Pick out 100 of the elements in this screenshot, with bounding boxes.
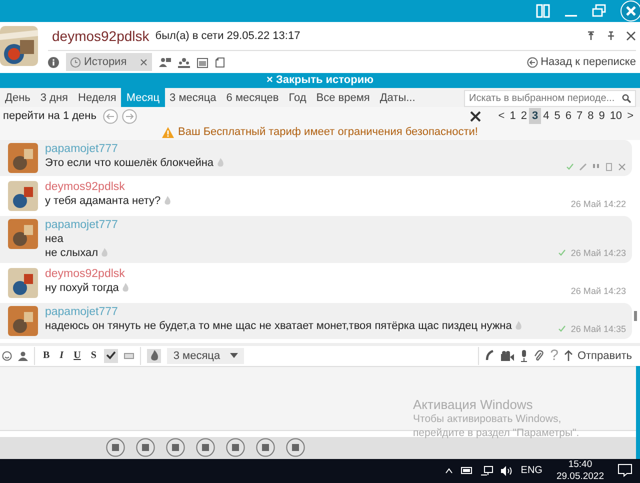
close-tab-button[interactable]: × bbox=[140, 54, 148, 70]
send-button[interactable]: Отправить bbox=[564, 350, 632, 362]
avatar bbox=[8, 180, 38, 211]
page-link[interactable]: 8 bbox=[585, 108, 596, 124]
search-icon[interactable] bbox=[622, 94, 631, 104]
period-tab[interactable]: 3 дня bbox=[35, 88, 73, 108]
period-tab[interactable]: Даты... bbox=[374, 88, 420, 108]
flame-icon bbox=[514, 321, 522, 330]
read-check-icon bbox=[558, 324, 566, 333]
restore-icon[interactable] bbox=[592, 4, 606, 18]
page-link[interactable]: 5 bbox=[552, 108, 563, 124]
page-link[interactable]: 4 bbox=[540, 108, 552, 124]
flame-icon bbox=[216, 158, 224, 168]
page-link[interactable]: 3 bbox=[529, 108, 541, 124]
volume-icon[interactable] bbox=[500, 466, 513, 476]
message-text: ну похуй тогда bbox=[45, 280, 119, 295]
message-time: 26 Май 14:23 bbox=[570, 286, 626, 296]
language-indicator[interactable]: ENG bbox=[520, 465, 542, 476]
warning-message: Ваш Бесплатный тариф имеет ограничения безопасности! bbox=[178, 126, 478, 138]
page-link[interactable]: 6 bbox=[562, 108, 574, 124]
avatar bbox=[0, 26, 38, 66]
period-tab[interactable]: День bbox=[0, 88, 36, 108]
round-toolbar-icon[interactable] bbox=[286, 438, 305, 458]
clock-icon bbox=[70, 56, 81, 68]
back-to-chat-link[interactable]: Назад к переписке bbox=[526, 56, 636, 68]
read-check-icon bbox=[558, 248, 566, 257]
message-text: неа bbox=[45, 232, 64, 246]
round-toolbar-icon[interactable] bbox=[166, 438, 185, 458]
round-toolbar-icon[interactable] bbox=[106, 438, 125, 458]
message-text: у тебя адаманта нету? bbox=[45, 194, 161, 208]
message-text: надеюсь он тянуть не будет,а то мне щас не хватает монет,твоя пятёрка щас пиздец нужна bbox=[45, 318, 512, 333]
author-name: deymos92pdlsk bbox=[45, 180, 126, 194]
spellcheck-toggle[interactable] bbox=[104, 348, 118, 363]
activation-text: Чтобы активировать Windows, перейдите в раздел "Параметры". bbox=[413, 412, 580, 440]
network-icon[interactable] bbox=[480, 466, 493, 476]
self-destruct-toggle[interactable] bbox=[147, 348, 162, 363]
author-name: papamojet777 bbox=[45, 142, 119, 156]
flame-icon bbox=[101, 248, 108, 258]
previous-page-link[interactable]: < bbox=[496, 108, 508, 124]
round-toolbar-icon[interactable] bbox=[136, 438, 155, 458]
document-icon[interactable] bbox=[214, 56, 225, 68]
close-icon[interactable] bbox=[626, 31, 636, 41]
group-icon[interactable] bbox=[178, 56, 190, 68]
flame-icon bbox=[122, 283, 129, 292]
next-page-link[interactable]: > bbox=[624, 108, 636, 124]
video-camera-icon[interactable] bbox=[501, 350, 514, 361]
format-button[interactable]: U bbox=[72, 350, 83, 362]
notification-icon[interactable] bbox=[618, 464, 632, 478]
avatar bbox=[8, 306, 38, 336]
message-text: Это если что кошелёк блокчейна bbox=[45, 156, 214, 170]
info-icon[interactable] bbox=[48, 56, 59, 68]
format-button[interactable]: I bbox=[58, 350, 66, 362]
microphone-icon[interactable] bbox=[520, 350, 528, 362]
period-dropdown[interactable]: 3 месяца bbox=[167, 348, 244, 364]
round-toolbar-icon[interactable] bbox=[226, 438, 245, 458]
author-name: deymos92pdlsk bbox=[45, 266, 126, 281]
smiley-icon[interactable] bbox=[2, 350, 12, 361]
history-tab[interactable]: История × bbox=[66, 53, 152, 71]
message-time: 26 Май 14:23 bbox=[570, 248, 626, 258]
contact-name: deymos92pdlsk bbox=[52, 28, 150, 44]
period-tab[interactable]: Год bbox=[284, 88, 312, 108]
avatar bbox=[8, 142, 38, 173]
author-name: papamojet777 bbox=[45, 218, 119, 232]
scrollbar[interactable] bbox=[634, 310, 637, 321]
phone-icon[interactable] bbox=[485, 350, 496, 362]
flame-icon bbox=[164, 196, 171, 206]
message-text: не слыхал bbox=[45, 246, 98, 260]
message-time: 26 Май 14:35 bbox=[570, 324, 626, 334]
split-view-icon[interactable] bbox=[536, 4, 550, 18]
period-tab[interactable]: 6 месяцев bbox=[221, 88, 284, 108]
avatar bbox=[8, 268, 38, 298]
round-toolbar-icon[interactable] bbox=[256, 438, 275, 458]
period-tab[interactable]: Неделя bbox=[73, 88, 122, 108]
page-link[interactable]: 2 bbox=[518, 108, 530, 124]
contacts-icon[interactable] bbox=[158, 56, 171, 68]
check-icon[interactable] bbox=[566, 162, 574, 171]
clock[interactable]: 15:40 29.05.2022 bbox=[556, 458, 604, 483]
up-arrow-icon bbox=[564, 350, 574, 362]
person-icon[interactable] bbox=[18, 350, 28, 361]
chevron-up-icon[interactable] bbox=[444, 468, 453, 474]
period-tab[interactable]: 3 месяца bbox=[164, 88, 222, 108]
jump-label: перейти на 1 день bbox=[3, 110, 96, 122]
format-button[interactable]: B bbox=[41, 350, 52, 362]
back-arrow-icon bbox=[526, 56, 538, 68]
activation-title: Активация Windows bbox=[413, 397, 534, 412]
page-link[interactable]: 1 bbox=[507, 108, 518, 124]
calendar-icon[interactable] bbox=[196, 56, 208, 68]
page-link[interactable]: 10 bbox=[607, 108, 625, 124]
page-link[interactable]: 7 bbox=[574, 108, 586, 124]
format-button[interactable]: S bbox=[88, 350, 98, 362]
page-link[interactable]: 9 bbox=[596, 108, 608, 124]
paperclip-icon[interactable] bbox=[534, 350, 544, 362]
author-name: papamojet777 bbox=[45, 304, 119, 319]
message-time: 26 Май 14:22 bbox=[570, 198, 626, 209]
round-toolbar-icon[interactable] bbox=[196, 438, 215, 458]
last-seen-status: был(а) в сети 29.05.22 13:17 bbox=[155, 30, 300, 42]
period-tab[interactable]: Все время bbox=[311, 88, 375, 108]
caret-icon bbox=[230, 353, 238, 358]
search-field[interactable]: Искать в выбранном периоде... bbox=[464, 90, 636, 108]
battery-icon[interactable] bbox=[460, 467, 473, 474]
